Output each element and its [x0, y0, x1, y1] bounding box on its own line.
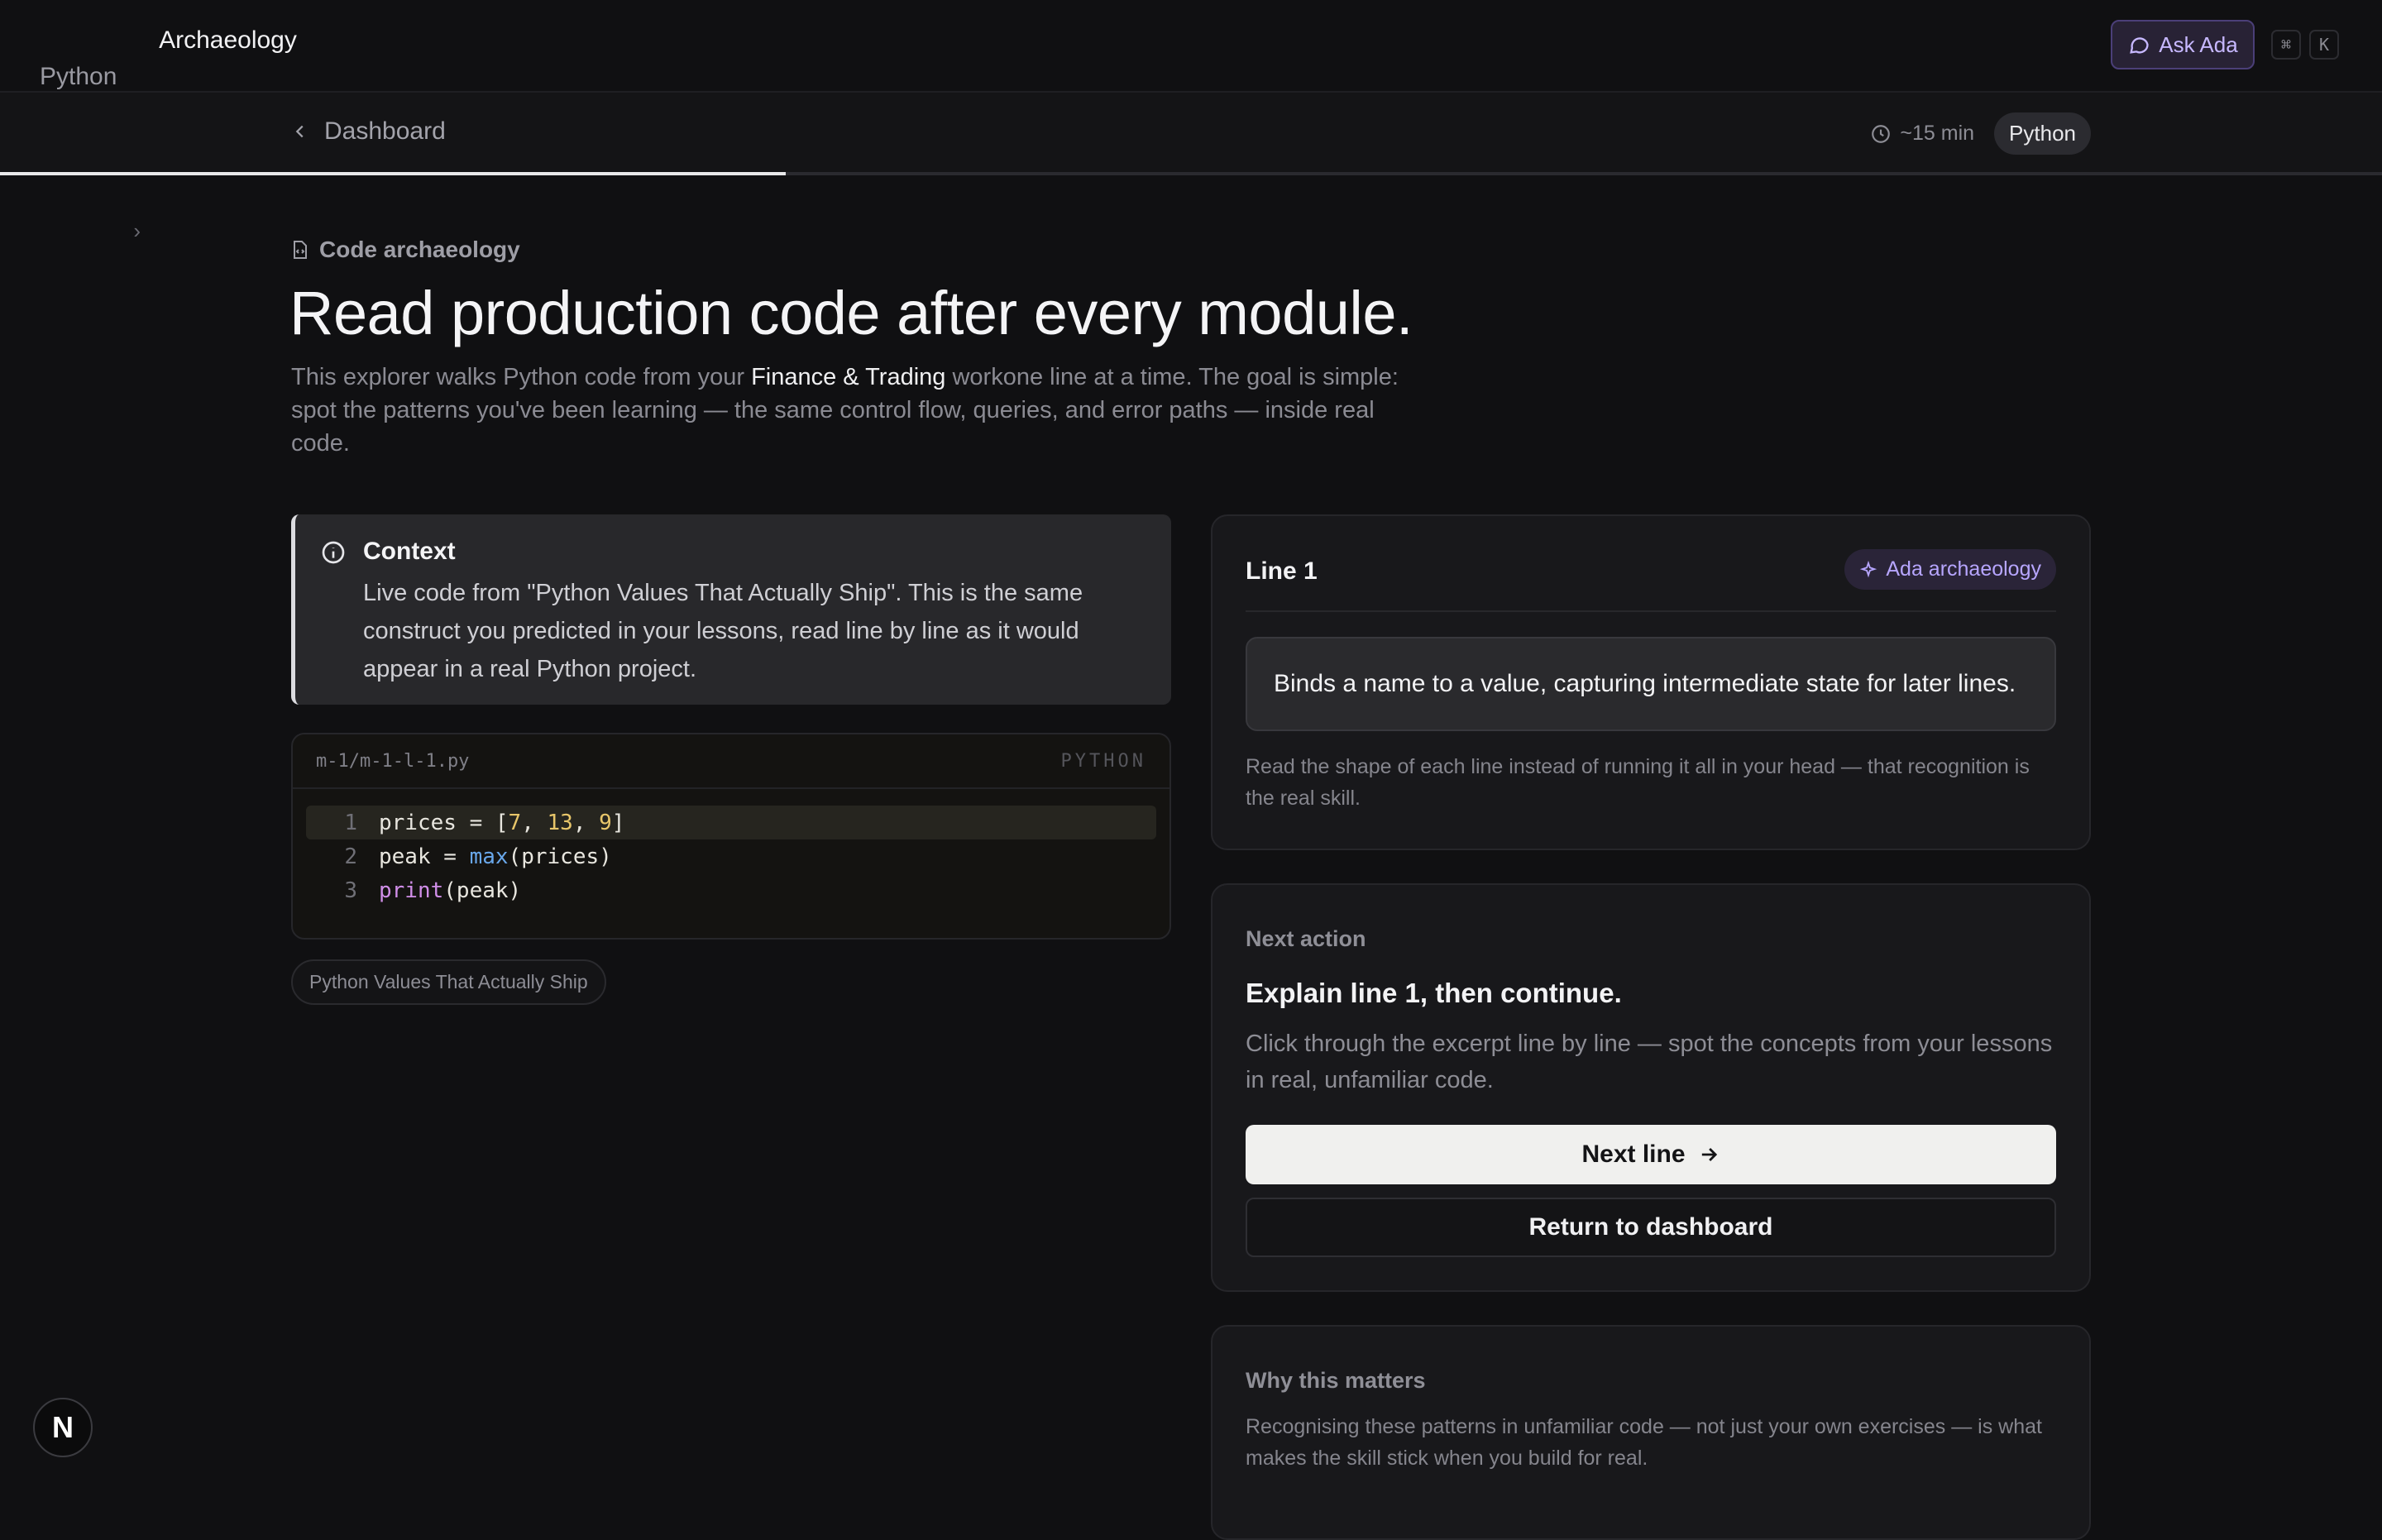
why-text: Recognising these patterns in unfamiliar… [1246, 1415, 2042, 1470]
line-note: Read the shape of each line instead of r… [1246, 755, 2030, 810]
back-label: Dashboard [324, 117, 446, 145]
arrow-right-icon [1701, 1148, 1717, 1161]
chat-bubble-icon [2130, 37, 2149, 54]
file-code-icon [294, 241, 307, 259]
next-action-heading: Explain line 1, then continue. [1246, 978, 1622, 1008]
source-tag: Python Values That Actually Ship [291, 959, 606, 1005]
lesson-nav-bar: Dashboard ~15 min Python [0, 93, 2382, 172]
top-bar: Python › Archaeology Ask Ada ⌘ K [0, 0, 2382, 243]
section-eyebrow: Code archaeology [291, 237, 520, 263]
back-to-dashboard-link[interactable]: Dashboard [291, 117, 446, 146]
badge-label: Ada archaeology [1886, 557, 2041, 581]
chevron-left-icon [295, 125, 304, 138]
next-action-label: Next action [1246, 926, 1366, 951]
context-title: Context [363, 538, 456, 565]
page-title: Read production code after every module. [289, 279, 1413, 347]
line-label: Line 1 [1246, 557, 1318, 585]
sparkle-icon [1860, 560, 1877, 577]
ask-ada-label: Ask Ada [2159, 31, 2238, 57]
line-explanation-card: Line 1 Ada archaeology Binds a name to a… [1211, 514, 2091, 850]
code-lines: 1 prices = [7, 13, 9] 2 peak = max(prices)… [293, 789, 1169, 907]
code-line[interactable]: 3 print(peak) [306, 873, 1156, 907]
next-action-description: Click through the excerpt line by line —… [1246, 1031, 2053, 1093]
app-logo[interactable]: N [33, 1398, 93, 1457]
ada-archaeology-badge: Ada archaeology [1844, 549, 2056, 590]
code-filename: m-1/m-1-l-1.py [316, 750, 470, 772]
line-number: 2 [344, 844, 357, 869]
ask-ada-button[interactable]: Ask Ada [2111, 20, 2255, 69]
duration: ~15 min [1870, 122, 1974, 146]
code-header: m-1/m-1-l-1.py PYTHON [293, 734, 1169, 789]
next-action-card: Next action Explain line 1, then continu… [1211, 883, 2091, 1292]
duration-label: ~15 min [1900, 122, 1975, 145]
chevron-right-icon: › [133, 218, 141, 243]
k-key: K [2309, 30, 2339, 60]
context-text: Live code from "Python Values That Actua… [363, 580, 1083, 682]
line-source: peak = max(prices) [379, 844, 612, 869]
code-language: PYTHON [1060, 750, 1146, 772]
language-badge: Python [1994, 112, 2091, 155]
why-label: Why this matters [1246, 1368, 1426, 1393]
line-source: print(peak) [379, 878, 522, 903]
next-line-button[interactable]: Next line [1246, 1125, 2056, 1184]
intro-before: This explorer walks Python code from you… [291, 364, 752, 390]
lesson-meta: ~15 min Python [1870, 112, 2091, 155]
code-line[interactable]: 1 prices = [7, 13, 9] [306, 806, 1156, 839]
why-this-matters-card: Why this matters Recognising these patte… [1211, 1325, 2091, 1540]
code-line[interactable]: 2 peak = max(prices) [306, 839, 1156, 873]
info-icon [322, 541, 345, 564]
intro-highlight: Finance & Trading [751, 364, 946, 390]
line-number: 3 [344, 878, 357, 903]
line-explanation: Binds a name to a value, capturing inter… [1246, 637, 2056, 731]
context-callout: Context Live code from "Python Values Th… [291, 514, 1171, 705]
progress-bar [0, 172, 2382, 175]
clock-icon [1872, 124, 1891, 143]
next-line-label: Next line [1581, 1141, 1686, 1168]
cmd-key: ⌘ [2271, 30, 2301, 60]
breadcrumb: Python › Archaeology [40, 26, 297, 435]
line-number: 1 [344, 810, 357, 835]
code-viewer: m-1/m-1-l-1.py PYTHON 1 prices = [7, 13, … [291, 733, 1171, 940]
progress-fill [0, 172, 787, 175]
return-to-dashboard-button[interactable]: Return to dashboard [1246, 1198, 2056, 1257]
breadcrumb-current: Archaeology [159, 26, 297, 54]
line-source: prices = [7, 13, 9] [379, 810, 625, 835]
divider [1246, 610, 2056, 612]
intro-text: This explorer walks Python code from you… [291, 361, 1399, 460]
eyebrow-label: Code archaeology [319, 237, 520, 262]
